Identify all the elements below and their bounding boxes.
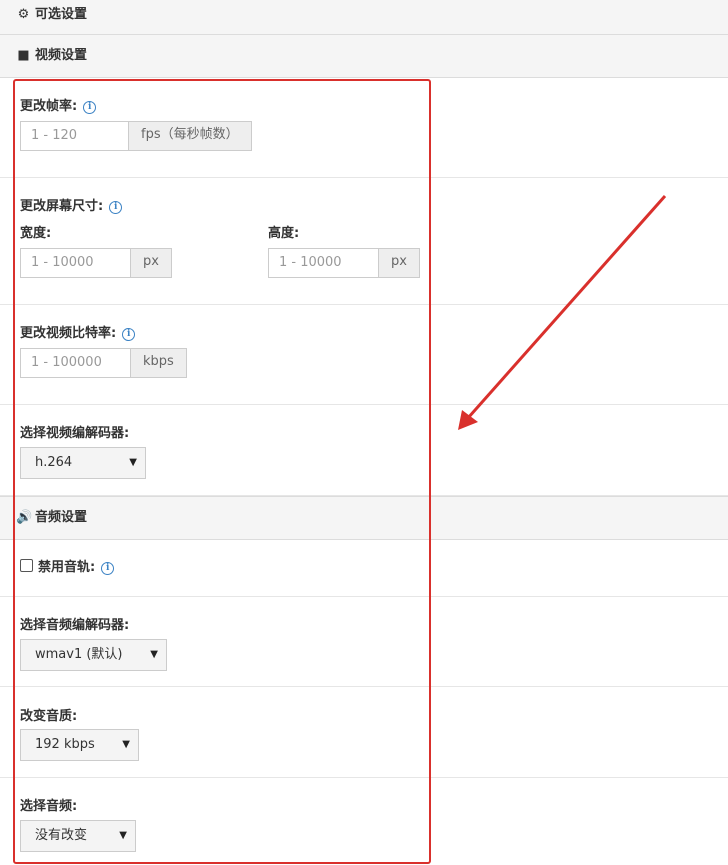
info-icon[interactable]: i (122, 328, 136, 341)
audio-channel-value: 没有改变 (35, 828, 88, 843)
audio-settings-header: 🔊 音频设置 (0, 496, 728, 540)
disable-audio-label-text: 禁用音轨: (38, 560, 96, 575)
width-label: 宽度: (20, 226, 52, 241)
disable-audio-checkbox[interactable] (20, 559, 33, 572)
audio-settings-title: 音频设置 (35, 510, 88, 525)
audio-codec-value: wmav1 (默认) (35, 647, 123, 662)
bitrate-label-text: 更改视频比特率: (20, 326, 117, 341)
bitrate-input-group: 1 - 100000 kbps (20, 348, 187, 378)
framerate-label: 更改帧率: i (20, 95, 97, 114)
screen-size-label: 更改屏幕尺寸: i (20, 195, 123, 214)
height-label: 高度: (268, 226, 300, 241)
framerate-input-group: 1 - 120 fps（每秒帧数） (20, 121, 252, 151)
bitrate-input[interactable]: 1 - 100000 (20, 348, 130, 378)
info-icon[interactable]: i (101, 562, 115, 575)
video-settings-title: 视频设置 (35, 48, 88, 63)
chevron-down-icon: ▼ (129, 457, 137, 468)
width-input[interactable]: 1 - 10000 (20, 248, 130, 278)
audio-channel-label: 选择音频: (20, 799, 78, 814)
chevron-down-icon: ▼ (119, 830, 127, 841)
optional-settings-title: 可选设置 (35, 7, 88, 22)
chevron-down-icon: ▼ (150, 649, 158, 660)
width-unit: px (130, 248, 172, 278)
height-input[interactable]: 1 - 10000 (268, 248, 378, 278)
video-camera-icon: ■ (17, 48, 30, 63)
optional-settings-header: ⚙ 可选设置 (0, 0, 728, 35)
speaker-icon: 🔊 (16, 510, 33, 525)
info-icon[interactable]: i (83, 101, 97, 114)
video-codec-select[interactable]: h.264 ▼ (20, 447, 146, 479)
audio-channel-select[interactable]: 没有改变 ▼ (20, 820, 136, 852)
bitrate-label: 更改视频比特率: i (20, 322, 136, 341)
video-codec-value: h.264 (35, 455, 73, 470)
audio-quality-select[interactable]: 192 kbps ▼ (20, 729, 139, 761)
video-settings-header: ■ 视频设置 (0, 35, 728, 78)
screen-size-label-text: 更改屏幕尺寸: (20, 199, 104, 214)
audio-codec-select[interactable]: wmav1 (默认) ▼ (20, 639, 167, 671)
framerate-unit: fps（每秒帧数） (128, 121, 252, 151)
bitrate-unit: kbps (130, 348, 187, 378)
audio-quality-label: 改变音质: (20, 709, 78, 724)
framerate-label-text: 更改帧率: (20, 99, 78, 114)
video-codec-label: 选择视频编解码器: (20, 426, 130, 441)
gears-icon: ⚙ (17, 7, 30, 22)
info-icon[interactable]: i (109, 201, 123, 214)
height-input-group: 1 - 10000 px (268, 248, 420, 278)
width-input-group: 1 - 10000 px (20, 248, 172, 278)
framerate-input[interactable]: 1 - 120 (20, 121, 128, 151)
height-unit: px (378, 248, 420, 278)
audio-quality-value: 192 kbps (35, 737, 95, 752)
disable-audio-label: 禁用音轨: i (20, 556, 115, 575)
chevron-down-icon: ▼ (122, 739, 130, 750)
audio-codec-label: 选择音频编解码器: (20, 618, 130, 633)
